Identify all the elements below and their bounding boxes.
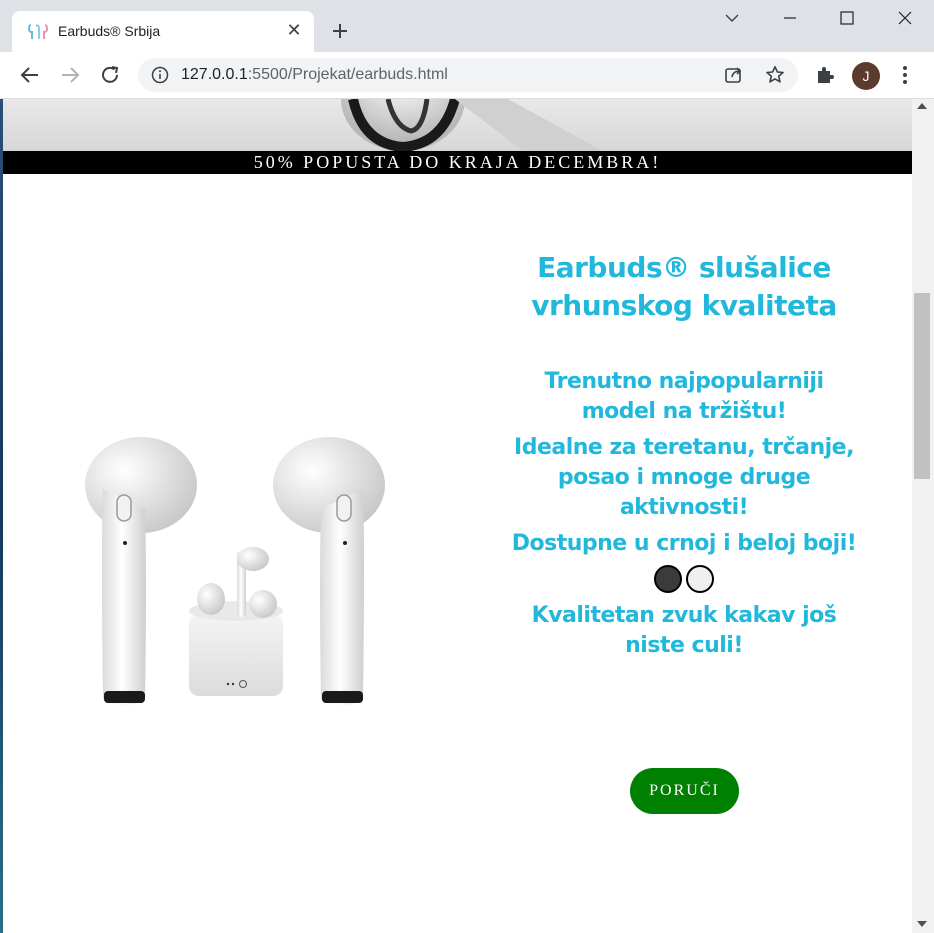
bookmark-star-icon[interactable]	[765, 65, 785, 85]
feature-popular: Trenutno najpopularniji model na tržištu…	[544, 369, 824, 424]
url-path: :5500/Projekat/earbuds.html	[247, 66, 448, 83]
close-window-icon[interactable]	[876, 0, 934, 36]
tab-title: Earbuds® Srbija	[58, 23, 161, 39]
reload-icon[interactable]	[98, 63, 122, 87]
color-swatches	[493, 565, 875, 595]
page-scrollbar[interactable]	[912, 99, 934, 933]
color-swatch-black[interactable]	[654, 565, 682, 593]
url-host: 127.0.0.1	[181, 66, 248, 83]
site-info-icon[interactable]	[151, 66, 169, 84]
hero-image	[3, 99, 912, 151]
color-swatch-white[interactable]	[686, 565, 714, 593]
scrollbar-thumb[interactable]	[914, 293, 930, 479]
address-bar[interactable]: 127.0.0.1:5500/Projekat/earbuds.html	[138, 58, 798, 92]
feature-activities: Idealne za teretanu, trčanje, posao i mn…	[514, 435, 854, 520]
order-button[interactable]: PORUČI	[630, 768, 739, 814]
promo-banner: 50% POPUSTA DO KRAJA DECEMBRA!	[3, 151, 912, 174]
page-viewport: 50% POPUSTA DO KRAJA DECEMBRA! Earbuds® …	[3, 99, 912, 933]
forward-arrow-icon[interactable]	[58, 63, 82, 87]
product-title-line2: vrhunskog kvaliteta	[531, 289, 837, 322]
tab-close-icon[interactable]: ✕	[284, 21, 304, 41]
scroll-down-arrow-icon[interactable]	[917, 921, 927, 927]
earbuds-favicon-icon	[28, 24, 48, 39]
tab-search-chevron-icon[interactable]	[703, 0, 761, 36]
feature-colors: Dostupne u crnoj i beloj boji!	[511, 531, 857, 556]
product-title-line1: Earbuds® slušalice	[537, 251, 831, 284]
share-icon[interactable]	[724, 65, 744, 85]
hero-earbud-graphic	[341, 99, 603, 151]
maximize-icon[interactable]	[818, 0, 876, 36]
new-tab-plus-icon[interactable]	[328, 19, 352, 43]
url-text: 127.0.0.1:5500/Projekat/earbuds.html	[181, 66, 448, 84]
earbuds-product-image	[85, 437, 385, 705]
feature-sound: Kvalitetan zvuk kakav još niste culi!	[531, 603, 837, 658]
product-info: Earbuds® slušalice vrhunskog kvaliteta T…	[493, 249, 875, 661]
back-arrow-icon[interactable]	[18, 63, 42, 87]
profile-avatar[interactable]: J	[852, 62, 880, 90]
browser-toolbar: 127.0.0.1:5500/Projekat/earbuds.html	[0, 52, 934, 99]
extensions-puzzle-icon[interactable]	[814, 64, 836, 86]
browser-menu-icon[interactable]	[894, 64, 916, 86]
minimize-icon[interactable]	[761, 0, 819, 36]
scroll-up-arrow-icon[interactable]	[917, 103, 927, 109]
product-title: Earbuds® slušalice vrhunskog kvaliteta	[493, 249, 875, 325]
tab-strip: Earbuds® Srbija ✕	[0, 0, 934, 53]
browser-tab[interactable]: Earbuds® Srbija ✕	[12, 11, 314, 53]
